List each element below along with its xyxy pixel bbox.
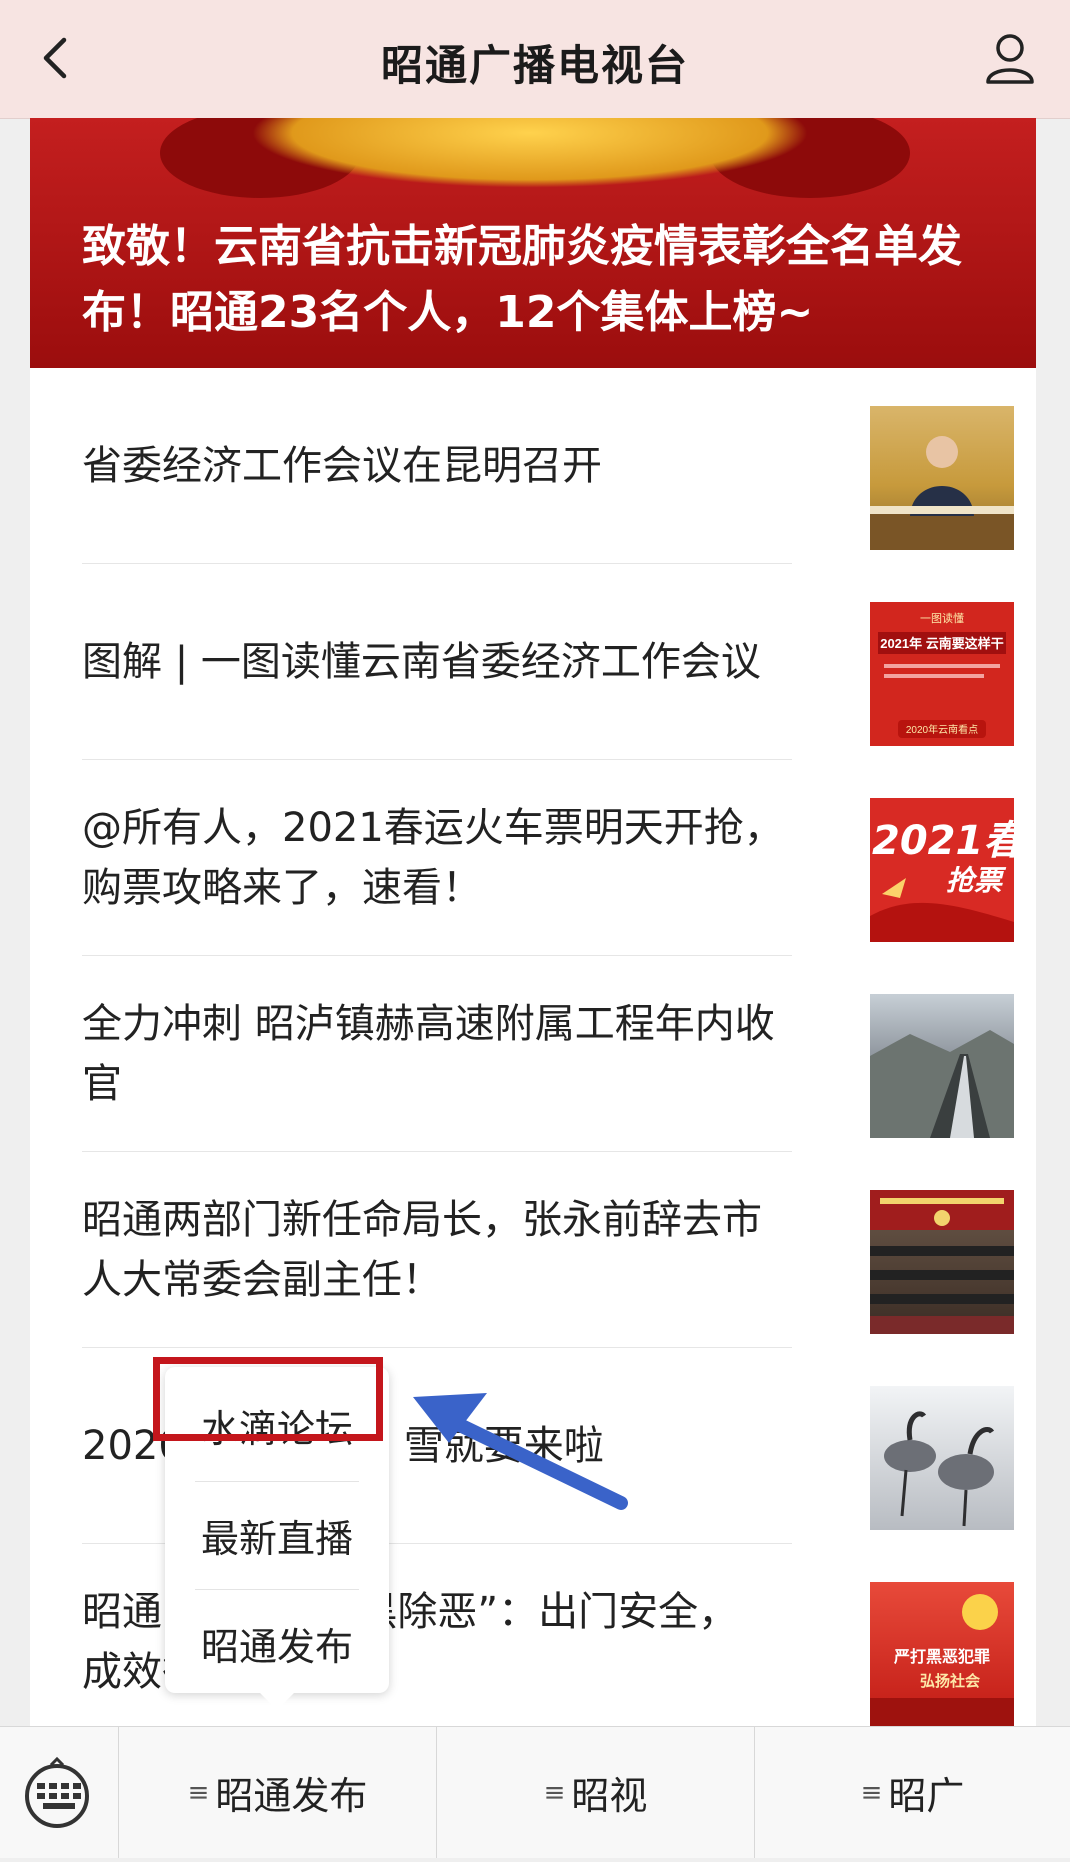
menu-tab-label: 昭视 bbox=[571, 1774, 648, 1818]
annotation-arrow-icon bbox=[413, 1393, 628, 1510]
thumb-text: 弘扬社会 bbox=[920, 1672, 980, 1690]
article-title: 图解 | 一图读懂云南省委经济工作会议 bbox=[82, 638, 761, 685]
article-thumbnail: 一图读懂 2021年 云南要这样干 2020年云南看点 bbox=[870, 602, 1014, 746]
thumb-text: 严打黑恶犯罪 bbox=[893, 1647, 990, 1666]
article-title: 全力冲刺 昭泸镇赫高速附属工程年内收官 bbox=[82, 1000, 775, 1107]
menu-lines-icon: ≡ bbox=[543, 1777, 566, 1808]
article-title-visible-end: 黑除恶”：出门安全， bbox=[357, 1588, 739, 1635]
article-item[interactable]: 全力冲刺 昭泸镇赫高速附属工程年内收官 bbox=[82, 956, 1014, 1152]
menu-tab-zhaotong-release[interactable]: ≡ 昭通发布 bbox=[119, 1727, 437, 1858]
keyboard-toggle-button[interactable] bbox=[0, 1727, 119, 1858]
submenu-item-latest-live[interactable]: 最新直播 bbox=[165, 1481, 389, 1589]
menu-tab-label: 昭通发布 bbox=[215, 1774, 368, 1818]
article-thumbnail bbox=[870, 994, 1014, 1138]
article-title-visible-start: 昭通 bbox=[82, 1588, 162, 1635]
article-thumbnail bbox=[870, 406, 1014, 550]
article-title: 省委经济工作会议在昆明召开 bbox=[82, 442, 602, 489]
top-bar: 昭通广播电视台 bbox=[0, 0, 1070, 119]
article-title: @所有人，2021春运火车票明天开抢，购票攻略来了，速看！ bbox=[82, 804, 784, 911]
article-item[interactable]: 图解 | 一图读懂云南省委经济工作会议 一图读懂 2021年 云南要这样干 20… bbox=[82, 564, 1014, 760]
banner-title: 致敬！云南省抗击新冠肺炎疫情表彰全名单发布！昭通23名个人，12个集体上榜~ bbox=[82, 221, 962, 338]
keyboard-icon bbox=[25, 1756, 89, 1828]
highlight-box bbox=[153, 1357, 383, 1441]
user-icon[interactable] bbox=[978, 26, 1042, 90]
page-title: 昭通广播电视台 bbox=[380, 41, 689, 90]
thumb-text: 2021年 云南要这样干 bbox=[880, 636, 1004, 651]
article-thumbnail: 严打黑恶犯罪 弘扬社会 bbox=[870, 1582, 1014, 1726]
bottom-menu-bar: ≡ 昭通发布 ≡ 昭视 ≡ 昭广 bbox=[0, 1726, 1070, 1858]
article-item[interactable]: @所有人，2021春运火车票明天开抢，购票攻略来了，速看！ 2021春 抢票 bbox=[82, 760, 1014, 956]
menu-tab-label: 昭广 bbox=[888, 1774, 965, 1818]
article-title: 昭通两部门新任命局长，张永前辞去市人大常委会副主任！ bbox=[82, 1196, 762, 1303]
menu-tab-zhaoguang[interactable]: ≡ 昭广 bbox=[755, 1727, 1070, 1858]
thumb-text: 2020年云南看点 bbox=[906, 723, 978, 736]
article-item[interactable]: 省委经济工作会议在昆明召开 bbox=[82, 368, 1014, 564]
article-thumbnail: 2021春 抢票 bbox=[870, 798, 1014, 942]
article-item[interactable]: 昭通两部门新任命局长，张永前辞去市人大常委会副主任！ bbox=[82, 1152, 1014, 1348]
featured-banner[interactable]: 致敬！云南省抗击新冠肺炎疫情表彰全名单发布！昭通23名个人，12个集体上榜~ bbox=[30, 118, 1036, 368]
thumb-text: 2021春 bbox=[872, 818, 1014, 864]
menu-lines-icon: ≡ bbox=[187, 1777, 210, 1808]
menu-lines-icon: ≡ bbox=[860, 1777, 883, 1808]
thumb-text: 抢票 bbox=[946, 864, 1007, 897]
article-thumbnail bbox=[870, 1386, 1014, 1530]
article-thumbnail bbox=[870, 1190, 1014, 1334]
thumb-text: 一图读懂 bbox=[920, 611, 964, 625]
menu-tab-zhaoshi[interactable]: ≡ 昭视 bbox=[437, 1727, 755, 1858]
